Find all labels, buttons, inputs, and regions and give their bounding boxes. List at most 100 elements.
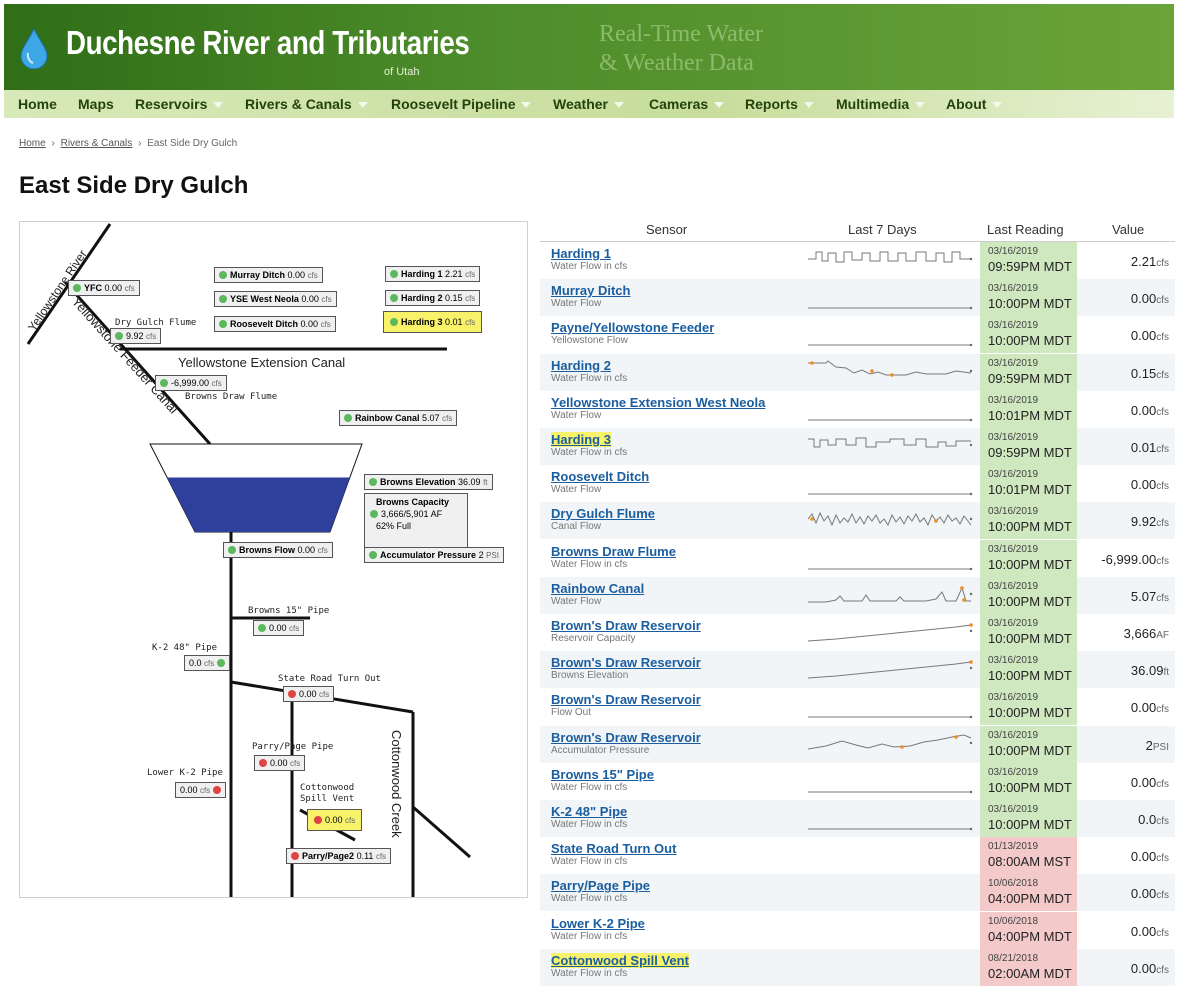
col-header-last-7-days[interactable]: Last 7 Days <box>848 222 917 237</box>
sensor-link[interactable]: Yellowstone Extension West Neola <box>551 395 765 410</box>
breadcrumb-home[interactable]: Home <box>19 138 46 149</box>
sensor-link[interactable]: Parry/Page Pipe <box>551 878 650 893</box>
nav-reservoirs[interactable]: Reservoirs <box>135 96 224 112</box>
sensor-murray-ditch[interactable]: Murray Ditch 0.00 cfs <box>214 267 323 283</box>
reading-value: 0.01 <box>1130 440 1157 455</box>
table-row[interactable]: Browns Draw Flume Water Flow in cfs 03/16/… <box>540 539 1175 577</box>
nav-rivers-canals[interactable]: Rivers & Canals <box>245 96 368 112</box>
nav-maps[interactable]: Maps <box>78 96 114 112</box>
sensor-dry-gulch-flume[interactable]: 9.92 cfs <box>110 328 162 344</box>
sensor-unit: cfs <box>442 414 453 423</box>
sensor-link[interactable]: Harding 2 <box>551 358 611 373</box>
sensor-browns-elevation[interactable]: Browns Elevation 36.09 ft <box>364 474 493 490</box>
sensor-cottonwood-spill-vent[interactable]: 0.00 cfs <box>307 809 363 831</box>
site-title[interactable]: Duchesne River and Tributaries <box>66 24 470 62</box>
sensor-link[interactable]: Brown's Draw Reservoir <box>551 730 701 745</box>
sensor-browns-capacity[interactable]: Browns Capacity 3,666/5,901 AF 62% Full <box>364 493 468 549</box>
table-row[interactable]: Brown's Draw Reservoir Browns Elevation 03… <box>540 651 1175 689</box>
sensor-value: 0.00 <box>270 758 288 768</box>
sensor-link[interactable]: K-2 48" Pipe <box>551 804 627 819</box>
sensor-link[interactable]: Brown's Draw Reservoir <box>551 618 701 633</box>
table-row[interactable]: Brown's Draw Reservoir Flow Out 03/16/2019… <box>540 688 1175 726</box>
nav-about[interactable]: About <box>946 96 1003 112</box>
nav-cameras[interactable]: Cameras <box>649 96 725 112</box>
table-row[interactable]: Harding 2 Water Flow in cfs 03/16/2019 09:5… <box>540 353 1175 391</box>
sensor-link[interactable]: Payne/Yellowstone Feeder <box>551 320 714 335</box>
sparkline-chart <box>808 492 973 496</box>
sensor-link[interactable]: Harding 3 <box>551 432 611 447</box>
nav-weather[interactable]: Weather <box>553 96 624 112</box>
table-row[interactable]: Browns 15" Pipe Water Flow in cfs 03/16/20… <box>540 762 1175 800</box>
table-row[interactable]: State Road Turn Out Water Flow in cfs 01/1… <box>540 837 1175 875</box>
sensor-accumulator-pressure[interactable]: Accumulator Pressure 2 PSI <box>364 547 504 563</box>
sensor-lower-k2[interactable]: 0.00 cfs <box>175 782 227 798</box>
col-header-sensor[interactable]: Sensor <box>646 222 687 237</box>
reading-unit: cfs <box>1156 555 1169 567</box>
sensor-link[interactable]: Roosevelt Ditch <box>551 469 649 484</box>
value-cell: 0.01cfs <box>1131 440 1169 455</box>
table-row[interactable]: Payne/Yellowstone Feeder Yellowstone Flow… <box>540 316 1175 354</box>
sensor-description: Water Flow <box>551 298 602 310</box>
table-row[interactable]: Brown's Draw Reservoir Accumulator Pressu… <box>540 725 1175 763</box>
table-row[interactable]: Brown's Draw Reservoir Reservoir Capacity… <box>540 614 1175 651</box>
table-row[interactable]: K-2 48" Pipe Water Flow in cfs 03/16/2019 1… <box>540 800 1175 837</box>
nav-home[interactable]: Home <box>18 96 57 112</box>
sensor-yse-west-neola[interactable]: YSE West Neola 0.00 cfs <box>214 291 337 307</box>
sensor-state-road[interactable]: 0.00 cfs <box>283 686 335 702</box>
sensor-unit: cfs <box>465 270 476 279</box>
value-cell: 0.00cfs <box>1131 477 1169 492</box>
table-row[interactable]: Rainbow Canal Water Flow 03/16/2019 10:00PM… <box>540 576 1175 614</box>
table-row[interactable]: Dry Gulch Flume Canal Flow 03/16/2019 10:00… <box>540 502 1175 540</box>
sensor-link[interactable]: Dry Gulch Flume <box>551 506 655 521</box>
sensor-link[interactable]: Cottonwood Spill Vent <box>551 952 689 968</box>
col-header-value[interactable]: Value <box>1112 222 1144 237</box>
sensor-harding-3[interactable]: Harding 3 0.01 cfs <box>383 311 483 333</box>
table-row[interactable]: Lower K-2 Pipe Water Flow in cfs 10/06/201… <box>540 911 1175 949</box>
table-row[interactable]: Parry/Page Pipe Water Flow in cfs 10/06/20… <box>540 874 1175 912</box>
table-row[interactable]: Roosevelt Ditch Water Flow 03/16/2019 10:01… <box>540 465 1175 503</box>
nav-reports[interactable]: Reports <box>745 96 814 112</box>
last-reading-cell: 01/13/2019 08:00AM MST <box>980 837 1077 875</box>
reading-time: 10:00PM MDT <box>988 296 1072 312</box>
reading-value: 0.00 <box>1130 402 1157 418</box>
sensor-link[interactable]: Browns Draw Flume <box>551 544 676 559</box>
status-error-icon <box>259 759 267 767</box>
breadcrumb-rivers-canals[interactable]: Rivers & Canals <box>61 138 133 149</box>
sensor-link[interactable]: Rainbow Canal <box>551 581 644 596</box>
table-row[interactable]: Yellowstone Extension West Neola Water Fl… <box>540 390 1175 428</box>
sensor-unit: PSI <box>486 551 499 560</box>
sensor-link[interactable]: Murray Ditch <box>551 283 630 298</box>
reading-time: 10:00PM MDT <box>988 668 1072 684</box>
table-row[interactable]: Harding 1 Water Flow in cfs 03/16/2019 09:5… <box>540 242 1175 279</box>
nav-roosevelt-pipeline[interactable]: Roosevelt Pipeline <box>391 96 532 112</box>
sensor-unit: cfs <box>319 690 330 699</box>
sensor-parry-page-pipe[interactable]: 0.00 cfs <box>254 755 306 771</box>
sensor-link[interactable]: Harding 1 <box>551 246 611 261</box>
sensor-link[interactable]: Brown's Draw Reservoir <box>551 655 701 670</box>
water-drop-logo-icon[interactable] <box>18 27 50 69</box>
table-row[interactable]: Harding 3 Water Flow in cfs 03/16/2019 09:5… <box>540 428 1175 465</box>
status-ok-icon <box>369 478 377 486</box>
value-cell: 0.15cfs <box>1131 366 1169 381</box>
sensor-link[interactable]: Brown's Draw Reservoir <box>551 692 701 707</box>
sensor-harding-2[interactable]: Harding 2 0.15 cfs <box>385 290 481 306</box>
sensor-harding-1[interactable]: Harding 1 2.21 cfs <box>385 266 481 282</box>
nav-reservoirs-label: Reservoirs <box>135 96 208 112</box>
sensor-roosevelt-ditch[interactable]: Roosevelt Ditch 0.00 cfs <box>214 316 336 332</box>
sensor-rainbow-canal[interactable]: Rainbow Canal 5.07 cfs <box>339 410 458 426</box>
table-row[interactable]: Cottonwood Spill Vent Water Flow in cfs 08… <box>540 948 1175 986</box>
reading-unit: cfs <box>1156 444 1169 455</box>
nav-multimedia[interactable]: Multimedia <box>836 96 926 112</box>
sensor-k2-48-pipe[interactable]: 0.0 cfs <box>184 655 231 671</box>
sensor-browns-draw-flume[interactable]: -6,999.00 cfs <box>155 375 227 391</box>
sensor-link[interactable]: State Road Turn Out <box>551 841 676 856</box>
sensor-link[interactable]: Lower K-2 Pipe <box>551 916 645 931</box>
sensor-browns-15-pipe[interactable]: 0.00 cfs <box>253 620 305 636</box>
col-header-last-reading[interactable]: Last Reading <box>987 222 1064 237</box>
sensor-yfc[interactable]: YFC 0.00 cfs <box>68 280 140 296</box>
sensor-browns-flow[interactable]: Browns Flow 0.00 cfs <box>223 542 333 558</box>
sensor-parry-page-2[interactable]: Parry/Page2 0.11 cfs <box>286 848 392 864</box>
reading-value: 0.00 <box>1130 886 1157 902</box>
table-row[interactable]: Murray Ditch Water Flow 03/16/2019 10:00PM … <box>540 279 1175 317</box>
sensor-link[interactable]: Browns 15" Pipe <box>551 767 654 782</box>
